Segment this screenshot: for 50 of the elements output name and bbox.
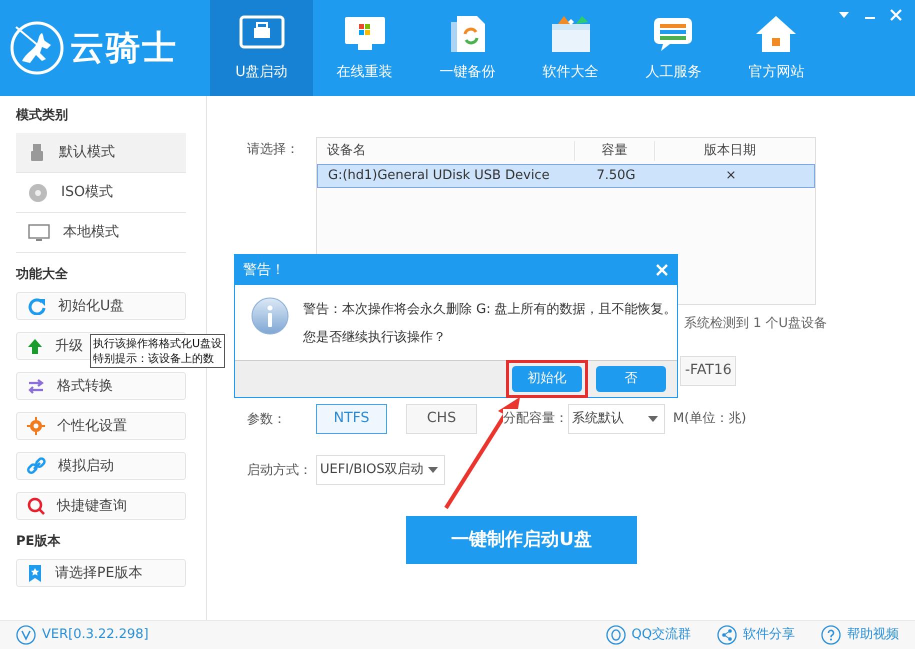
function-button[interactable]: 个性化设置 (16, 412, 186, 440)
dialog-message: 警告：本次操作将会永久删除 G: 盘上所有的数据，且不能恢复。 (303, 301, 677, 319)
mode-item[interactable]: ISO模式 (16, 173, 186, 213)
format-button[interactable]: -FAT16 (680, 356, 736, 386)
function-button[interactable]: 模拟启动 (16, 452, 186, 480)
column-header: 设备名 (317, 141, 575, 161)
section-heading: PE版本 (16, 533, 62, 550)
dropdown-value: 系统默认 (572, 410, 624, 428)
field-label: 启动方式： (247, 462, 313, 480)
column-header: 容量 (575, 141, 655, 161)
mode-item[interactable]: 默认模式 (16, 133, 186, 173)
up-arrow-icon (27, 338, 43, 354)
section-heading: 功能大全 (16, 266, 69, 283)
close-icon[interactable] (889, 8, 903, 22)
refresh-icon (27, 297, 46, 315)
unit-label: M(单位：兆) (673, 410, 746, 428)
section-heading: 模式类别 (16, 107, 69, 124)
app-title: 云骑士 (70, 26, 178, 70)
version-text: VER[0.3.22.298] (42, 626, 149, 644)
monitor-icon (28, 224, 50, 242)
caret-icon (648, 416, 658, 422)
column-header: 版本日期 (703, 142, 757, 160)
caret-icon (428, 466, 438, 472)
capacity-dropdown[interactable]: 系统默认 (568, 404, 665, 434)
function-button[interactable]: 初始化U盘 (16, 292, 186, 320)
function-button[interactable]: 快捷键查询 (16, 492, 186, 520)
search-icon (27, 497, 45, 515)
field-label: 请选择： (247, 141, 300, 159)
version-icon (16, 625, 36, 645)
chain-link-icon (27, 456, 46, 476)
function-button[interactable]: 请选择PE版本 (16, 559, 186, 587)
mode-item[interactable]: 本地模式 (16, 213, 186, 253)
share-icon (717, 625, 737, 645)
info-icon (251, 297, 289, 335)
detect-note: 系统检测到 1 个U盘设备 (684, 315, 828, 333)
close-icon[interactable] (655, 263, 669, 277)
help-icon (821, 625, 841, 645)
boot-mode-dropdown[interactable]: UEFI/BIOS双启动 (316, 454, 445, 484)
bookmark-icon (27, 564, 43, 582)
dialog-message: 您是否继续执行该操作？ (303, 328, 447, 346)
gear-icon (27, 417, 45, 435)
field-label: 参数： (247, 411, 287, 430)
usb-drive-icon (28, 143, 46, 162)
option-button[interactable]: CHS (406, 404, 477, 434)
disc-icon (28, 182, 48, 202)
table-row[interactable]: G:(hd1)General UDisk USB Device 7.50G × (317, 164, 815, 188)
function-button[interactable]: 格式转换 (16, 372, 186, 400)
nav-tab[interactable]: U盘启动 (210, 0, 313, 96)
dialog-title: 警告！ (243, 260, 285, 280)
swap-arrows-icon (27, 378, 45, 394)
